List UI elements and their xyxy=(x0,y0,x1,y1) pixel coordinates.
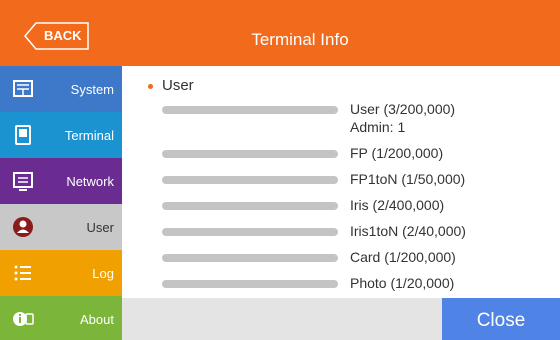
sidebar-item-label: About xyxy=(80,312,114,327)
terminal-icon xyxy=(15,125,31,145)
capacity-text: Iris (2/400,000) xyxy=(350,197,445,213)
capacity-text: Iris1toN (2/40,000) xyxy=(350,223,466,239)
capacity-row-iris: Iris (2/400,000) xyxy=(162,196,552,216)
footer-bar: Close xyxy=(122,298,560,340)
capacity-text: FP (1/200,000) xyxy=(350,145,444,161)
sidebar-item-label: User xyxy=(86,220,114,235)
sidebar: System Terminal Network User Log About xyxy=(0,66,132,340)
sidebar-item-log[interactable]: Log xyxy=(0,250,122,296)
header-bar: BACK Terminal Info xyxy=(0,0,560,66)
about-icon xyxy=(13,312,34,326)
page-title: Terminal Info xyxy=(251,30,349,49)
log-icon xyxy=(14,265,31,281)
bullet-icon xyxy=(148,84,153,89)
system-icon xyxy=(13,80,33,97)
capacity-bar xyxy=(162,106,338,114)
sidebar-item-label: Network xyxy=(66,174,114,189)
terminal-info-panel: User User (3/200,000) Admin: 1 FP (1/200… xyxy=(122,66,560,298)
capacity-bar xyxy=(162,176,338,184)
capacity-bar xyxy=(162,202,338,210)
capacity-text: Card (1/200,000) xyxy=(350,249,456,265)
sidebar-item-about[interactable]: About xyxy=(0,296,122,340)
sidebar-item-label: Terminal xyxy=(64,128,114,143)
sidebar-item-user[interactable]: User xyxy=(0,204,132,250)
capacity-text: Photo (1/20,000) xyxy=(350,275,455,291)
capacity-row-fp: FP (1/200,000) xyxy=(162,144,552,164)
sidebar-item-system[interactable]: System xyxy=(0,66,122,112)
capacity-bar xyxy=(162,254,338,262)
capacity-row-fp1ton: FP1toN (1/50,000) xyxy=(162,170,552,190)
admin-count-text: Admin: 1 xyxy=(350,119,406,135)
capacity-row-user: User (3/200,000) Admin: 1 xyxy=(162,100,552,135)
user-icon xyxy=(13,217,33,237)
capacity-text: FP1toN (1/50,000) xyxy=(350,171,466,187)
capacity-bar xyxy=(162,228,338,236)
sidebar-item-label: System xyxy=(70,82,114,97)
capacity-row-card: Card (1/200,000) xyxy=(162,248,552,268)
capacity-bar xyxy=(162,150,338,158)
close-button[interactable]: Close xyxy=(442,298,560,340)
capacity-row-iris1ton: Iris1toN (2/40,000) xyxy=(162,222,552,242)
section-title: User xyxy=(162,77,194,94)
network-icon xyxy=(13,172,33,191)
sidebar-item-label: Log xyxy=(92,266,114,281)
capacity-row-photo: Photo (1/20,000) xyxy=(162,274,552,294)
close-button-label: Close xyxy=(476,310,526,331)
capacity-text: User (3/200,000) xyxy=(350,101,456,117)
capacity-bar xyxy=(162,280,338,288)
sidebar-item-terminal[interactable]: Terminal xyxy=(0,112,122,158)
sidebar-item-network[interactable]: Network xyxy=(0,158,122,204)
